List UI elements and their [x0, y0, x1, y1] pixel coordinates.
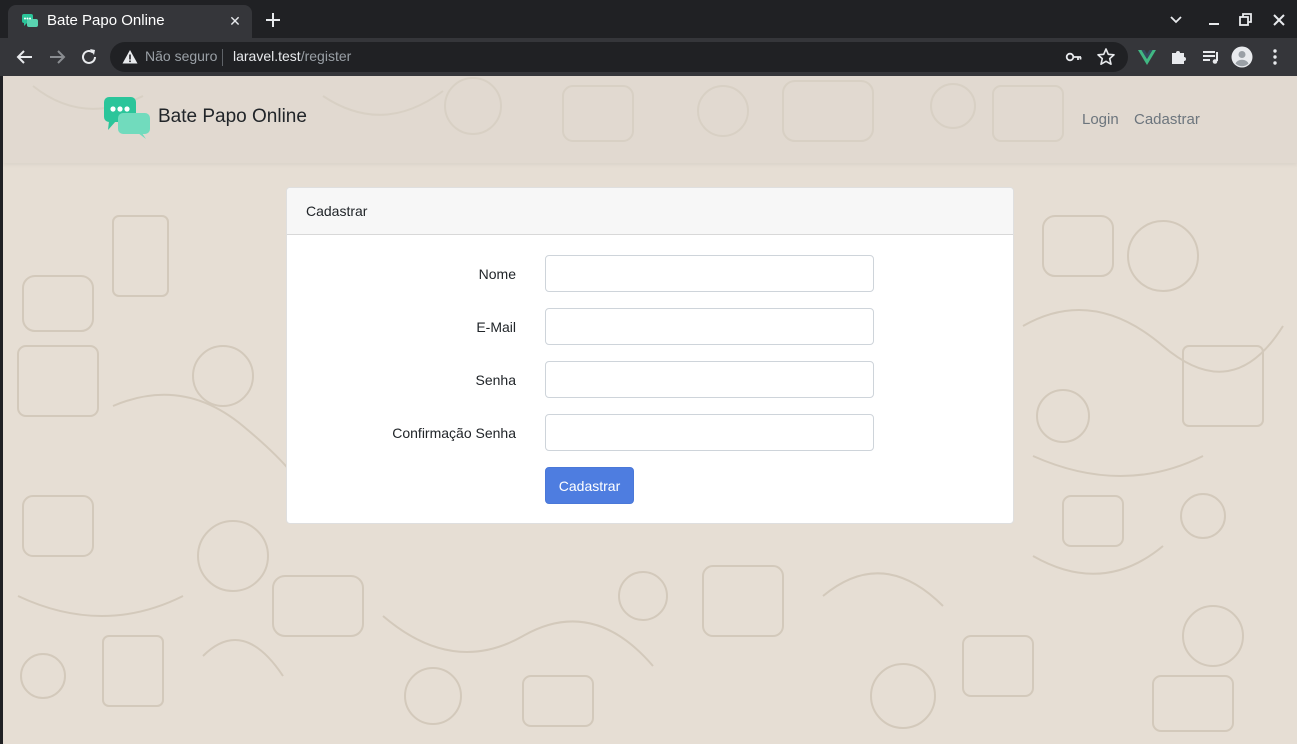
reload-icon[interactable]: [78, 46, 100, 68]
security-label[interactable]: Não seguro: [145, 48, 217, 64]
star-icon[interactable]: [1096, 47, 1116, 67]
card-title: Cadastrar: [306, 203, 368, 219]
page-viewport: Bate Papo Online Login Cadastrar Cadastr…: [3, 76, 1297, 744]
media-queue-icon[interactable]: [1200, 46, 1222, 68]
url-text[interactable]: laravel.test/register: [233, 48, 351, 64]
restore-icon[interactable]: [1234, 9, 1256, 31]
warning-icon[interactable]: [122, 49, 138, 65]
vue-devtools-icon[interactable]: [1136, 46, 1158, 68]
site-navbar: Bate Papo Online Login Cadastrar: [3, 76, 1297, 163]
card-header: Cadastrar: [287, 188, 1013, 235]
password-confirm-field[interactable]: [545, 414, 874, 451]
puzzle-icon[interactable]: [1168, 46, 1190, 68]
nav-register-link[interactable]: Cadastrar: [1134, 111, 1200, 128]
close-window-icon[interactable]: [1268, 9, 1290, 31]
browser-toolbar: Não seguro laravel.test/register: [0, 38, 1297, 76]
password-field[interactable]: [545, 361, 874, 398]
key-icon[interactable]: [1065, 48, 1083, 66]
password-label: Senha: [475, 372, 516, 388]
forward-arrow-icon[interactable]: [46, 46, 68, 68]
chevron-down-icon[interactable]: [1165, 9, 1187, 31]
address-separator: [222, 49, 223, 66]
register-card: Cadastrar Nome E-Mail Senha Confirmação …: [286, 187, 1014, 524]
url-host: laravel.test: [233, 48, 301, 64]
address-bar[interactable]: Não seguro laravel.test/register: [110, 42, 1128, 72]
more-vert-icon[interactable]: [1264, 46, 1286, 68]
register-button[interactable]: Cadastrar: [545, 467, 634, 504]
profile-avatar-icon[interactable]: [1231, 46, 1253, 68]
brand-name[interactable]: Bate Papo Online: [158, 106, 307, 128]
password-confirm-label: Confirmação Senha: [392, 425, 516, 441]
url-path: /register: [300, 48, 352, 64]
name-field[interactable]: [545, 255, 874, 292]
browser-tab[interactable]: Bate Papo Online ✕: [8, 5, 252, 38]
tab-title: Bate Papo Online: [47, 12, 165, 29]
tab-strip: Bate Papo Online ✕: [0, 0, 1297, 38]
chat-bubbles-icon: [22, 14, 38, 27]
email-field[interactable]: [545, 308, 874, 345]
name-label: Nome: [478, 266, 516, 282]
nav-login-link[interactable]: Login: [1082, 111, 1119, 128]
close-icon[interactable]: ✕: [226, 12, 244, 30]
minimize-icon[interactable]: [1203, 9, 1225, 31]
back-arrow-icon[interactable]: [14, 46, 36, 68]
chat-bubbles-icon[interactable]: [104, 97, 150, 139]
plus-icon[interactable]: [262, 9, 284, 31]
email-label: E-Mail: [476, 319, 516, 335]
